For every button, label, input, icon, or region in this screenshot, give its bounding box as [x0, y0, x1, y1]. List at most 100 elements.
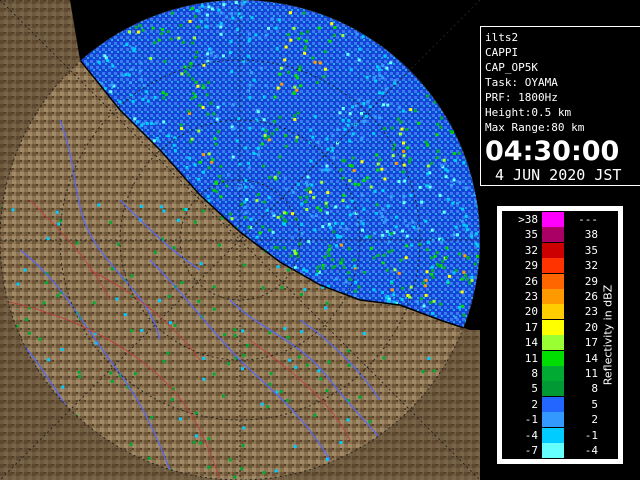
echo-pixel [412, 225, 416, 229]
echo-pixel [323, 50, 327, 54]
echo-pixel [392, 300, 396, 304]
echo-pixel [361, 222, 365, 226]
echo-pixel [438, 193, 442, 197]
echo-pixel [222, 3, 226, 7]
legend-row-min: 20 [524, 305, 538, 319]
echo-pixel [194, 80, 198, 84]
echo-pixel [194, 411, 198, 415]
echo-pixel [461, 304, 465, 308]
legend-row-min: 17 [524, 320, 538, 334]
echo-pixel [194, 434, 198, 438]
legend-row-min: 2 [531, 397, 538, 411]
echo-pixel [372, 76, 376, 80]
echo-pixel [381, 207, 385, 211]
echo-pixel [340, 243, 343, 247]
echo-pixel [304, 181, 308, 184]
echo-pixel [326, 191, 330, 195]
echo-pixel [256, 110, 260, 114]
echo-pixel [345, 227, 349, 231]
echo-pixel [75, 241, 79, 245]
echo-pixel [237, 187, 241, 191]
echo-pixel [289, 38, 293, 42]
echo-pixel [247, 166, 251, 170]
echo-pixel [141, 97, 145, 101]
echo-pixel [427, 240, 430, 244]
echo-pixel [361, 35, 365, 39]
echo-pixel [140, 123, 144, 127]
echo-pixel [162, 120, 166, 124]
legend-row-max: 23 [584, 305, 598, 319]
echo-pixel [405, 244, 409, 248]
legend-color-swatch [542, 412, 564, 428]
echo-pixel [157, 139, 160, 143]
echo-pixel [445, 256, 448, 259]
echo-pixel [331, 266, 335, 270]
echo-pixel [442, 210, 446, 214]
echo-pixel [196, 84, 200, 88]
echo-pixel [243, 0, 247, 4]
echo-pixel [402, 149, 406, 153]
echo-pixel [207, 437, 211, 441]
echo-pixel [330, 22, 334, 26]
echo-pixel [188, 20, 192, 23]
echo-pixel [462, 161, 466, 165]
echo-pixel [275, 128, 279, 132]
echo-pixel [365, 235, 369, 239]
echo-pixel [167, 134, 171, 138]
echo-pixel [400, 298, 404, 301]
echo-pixel [196, 25, 200, 29]
echo-pixel [334, 205, 338, 209]
echo-pixel [352, 169, 356, 173]
echo-pixel [320, 180, 324, 184]
echo-pixel [159, 205, 163, 209]
echo-pixel [258, 36, 262, 40]
legend-row: 20 23 [502, 304, 602, 320]
echo-pixel [390, 232, 394, 236]
echo-pixel [446, 280, 450, 284]
legend-row: -1 2 [502, 412, 602, 428]
echo-pixel [271, 211, 275, 215]
echo-pixel [313, 413, 317, 417]
echo-pixel [401, 229, 404, 233]
echo-pixel [193, 14, 197, 18]
echo-pixel [207, 465, 211, 469]
echo-pixel [384, 87, 388, 91]
echo-pixel [212, 372, 216, 376]
echo-pixel [429, 300, 433, 304]
echo-pixel [215, 117, 219, 121]
echo-pixel [222, 102, 226, 106]
echo-pixel [377, 68, 381, 72]
echo-pixel [235, 28, 239, 32]
echo-pixel [190, 7, 194, 11]
echo-pixel [261, 225, 265, 229]
echo-pixel [374, 79, 378, 83]
echo-pixel [249, 217, 253, 221]
echo-pixel [139, 24, 143, 28]
echo-pixel [347, 247, 351, 251]
echo-pixel [230, 12, 234, 15]
echo-pixel [172, 143, 176, 147]
echo-pixel [341, 34, 345, 37]
echo-pixel [421, 370, 425, 374]
echo-pixel [307, 240, 311, 244]
echo-pixel [386, 204, 390, 208]
echo-pixel [381, 189, 385, 193]
echo-pixel [208, 47, 212, 51]
echo-pixel [217, 130, 221, 134]
echo-pixel [359, 138, 363, 142]
legend-row-min: 11 [524, 351, 538, 365]
echo-pixel [271, 230, 275, 234]
echo-pixel [432, 369, 436, 373]
echo-pixel [219, 32, 223, 36]
echo-pixel [395, 215, 398, 219]
echo-pixel [296, 182, 300, 186]
echo-pixel [363, 271, 366, 274]
product-name: CAP_OP5K [485, 61, 538, 74]
echo-pixel [234, 1, 238, 4]
legend-row: 14 17 [502, 335, 602, 351]
echo-pixel [358, 395, 362, 399]
echo-pixel [360, 112, 363, 115]
echo-pixel [436, 149, 440, 153]
legend-row-max: -1 [584, 428, 598, 442]
echo-pixel [288, 358, 292, 362]
